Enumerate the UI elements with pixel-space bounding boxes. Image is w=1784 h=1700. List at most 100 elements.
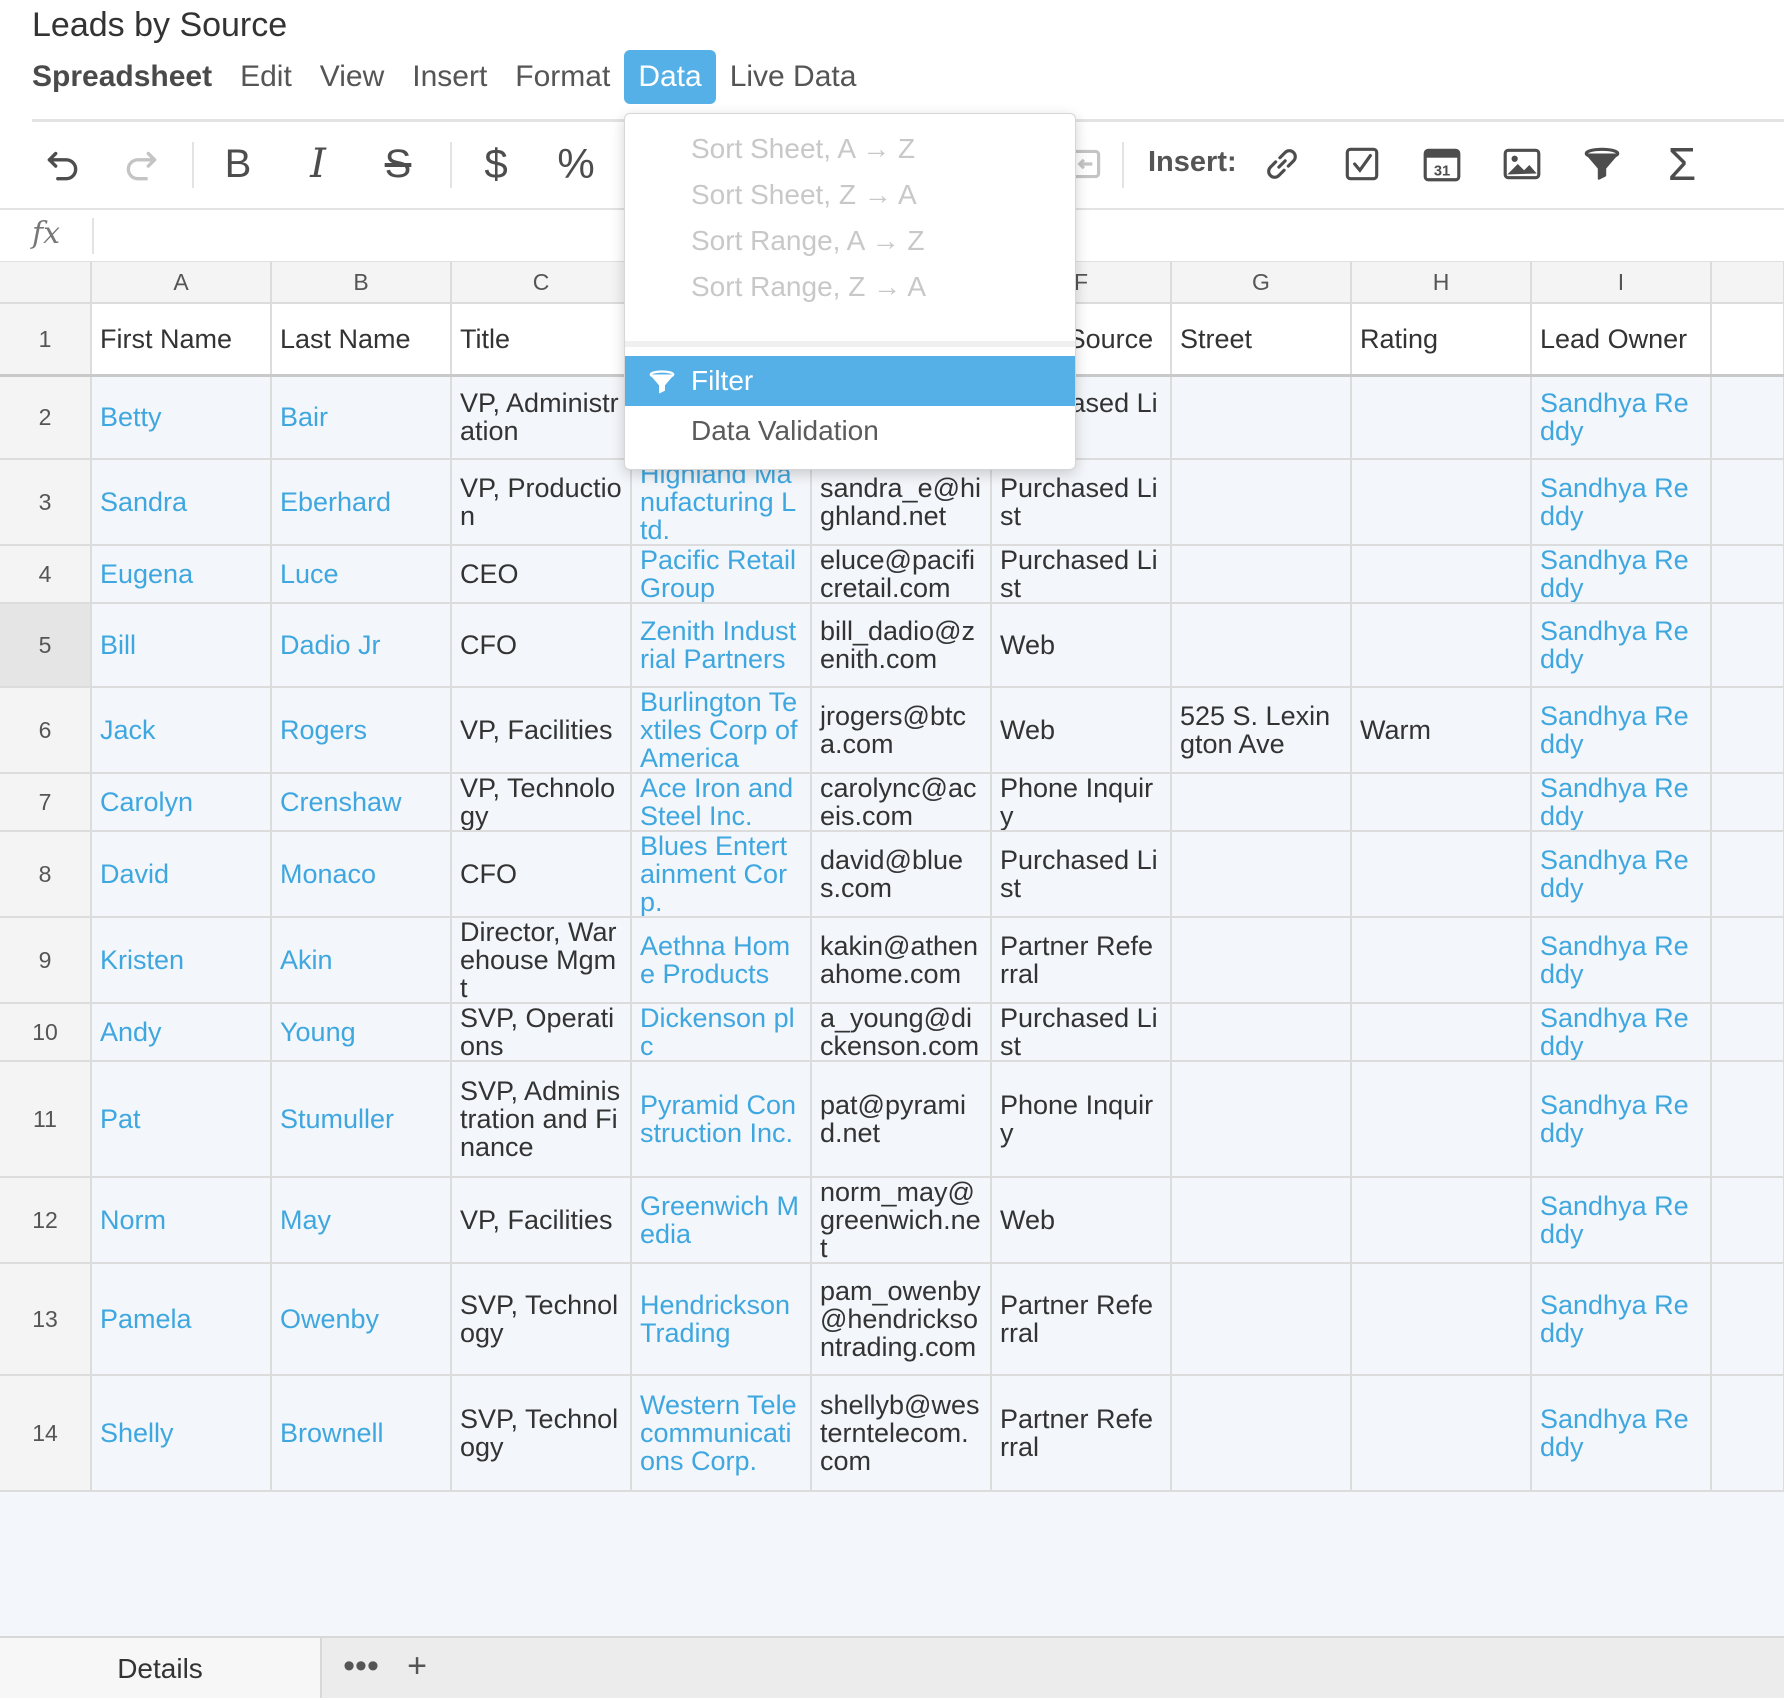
- table-cell[interactable]: kakin@athenahome.com: [811, 917, 992, 1004]
- link-icon[interactable]: [1250, 132, 1314, 196]
- undo-icon[interactable]: [30, 132, 94, 196]
- record-link-cell[interactable]: Eberhard: [271, 459, 452, 546]
- checkbox-icon[interactable]: [1330, 132, 1394, 196]
- record-link-cell[interactable]: Stumuller: [271, 1061, 452, 1178]
- add-sheet-button[interactable]: +: [394, 1644, 440, 1690]
- header-cell[interactable]: Street: [1171, 303, 1352, 377]
- row-header[interactable]: 9: [0, 917, 92, 1004]
- table-cell[interactable]: SVP, Technology: [451, 1263, 632, 1376]
- empty-cell[interactable]: [1711, 1375, 1784, 1492]
- table-cell[interactable]: Purchased List: [991, 545, 1172, 604]
- strikethrough-button[interactable]: S: [366, 132, 430, 196]
- column-header-h[interactable]: H: [1351, 262, 1532, 304]
- row-header[interactable]: 6: [0, 687, 92, 774]
- table-cell[interactable]: [1351, 773, 1532, 832]
- row-header[interactable]: 13: [0, 1263, 92, 1376]
- italic-button[interactable]: I: [286, 132, 350, 196]
- table-cell[interactable]: [1351, 1375, 1532, 1492]
- row-header[interactable]: 3: [0, 459, 92, 546]
- table-cell[interactable]: sandra_e@highland.net: [811, 459, 992, 546]
- table-cell[interactable]: Partner Referral: [991, 1375, 1172, 1492]
- table-cell[interactable]: [1351, 917, 1532, 1004]
- record-link-cell[interactable]: Zenith Industrial Partners: [631, 603, 812, 688]
- sheet-tab-details[interactable]: Details: [0, 1638, 322, 1698]
- table-cell[interactable]: carolync@aceis.com: [811, 773, 992, 832]
- header-cell[interactable]: Lead Owner: [1531, 303, 1712, 377]
- filter-icon[interactable]: [1570, 132, 1634, 196]
- table-cell[interactable]: jrogers@btca.com: [811, 687, 992, 774]
- menu-data[interactable]: Data: [624, 50, 716, 104]
- record-link-cell[interactable]: Sandhya Reddy: [1531, 459, 1712, 546]
- record-link-cell[interactable]: Bair: [271, 375, 452, 460]
- empty-cell[interactable]: [1711, 831, 1784, 918]
- menu-view[interactable]: View: [306, 50, 398, 104]
- table-cell[interactable]: norm_may@greenwich.net: [811, 1177, 992, 1264]
- table-cell[interactable]: CEO: [451, 545, 632, 604]
- row-header[interactable]: 12: [0, 1177, 92, 1264]
- record-link-cell[interactable]: Sandhya Reddy: [1531, 687, 1712, 774]
- row-header[interactable]: 8: [0, 831, 92, 918]
- column-header-c[interactable]: C: [451, 262, 632, 304]
- redo-icon[interactable]: [110, 132, 174, 196]
- record-link-cell[interactable]: Betty: [91, 375, 272, 460]
- record-link-cell[interactable]: Carolyn: [91, 773, 272, 832]
- table-cell[interactable]: SVP, Operations: [451, 1003, 632, 1062]
- record-link-cell[interactable]: Hendrickson Trading: [631, 1263, 812, 1376]
- header-cell[interactable]: Rating: [1351, 303, 1532, 377]
- menu-filter[interactable]: Filter: [625, 356, 1075, 406]
- record-link-cell[interactable]: Sandra: [91, 459, 272, 546]
- record-link-cell[interactable]: Bill: [91, 603, 272, 688]
- empty-cell[interactable]: [1711, 545, 1784, 604]
- record-link-cell[interactable]: Eugena: [91, 545, 272, 604]
- table-cell[interactable]: Web: [991, 1177, 1172, 1264]
- table-cell[interactable]: [1171, 545, 1352, 604]
- table-cell[interactable]: [1171, 459, 1352, 546]
- table-cell[interactable]: Purchased List: [991, 459, 1172, 546]
- percent-button[interactable]: %: [544, 132, 608, 196]
- header-cell[interactable]: First Name: [91, 303, 272, 377]
- record-link-cell[interactable]: Young: [271, 1003, 452, 1062]
- table-cell[interactable]: CFO: [451, 831, 632, 918]
- record-link-cell[interactable]: Sandhya Reddy: [1531, 545, 1712, 604]
- table-cell[interactable]: [1351, 375, 1532, 460]
- record-link-cell[interactable]: Monaco: [271, 831, 452, 918]
- table-cell[interactable]: shellyb@westerntelecom.com: [811, 1375, 992, 1492]
- table-cell[interactable]: david@blues.com: [811, 831, 992, 918]
- record-link-cell[interactable]: Ace Iron and Steel Inc.: [631, 773, 812, 832]
- table-cell[interactable]: 525 S. Lexington Ave: [1171, 687, 1352, 774]
- row-header[interactable]: 11: [0, 1061, 92, 1178]
- table-cell[interactable]: [1351, 603, 1532, 688]
- calendar-icon[interactable]: 31: [1410, 132, 1474, 196]
- table-cell[interactable]: Purchased List: [991, 831, 1172, 918]
- row-header[interactable]: 1: [0, 303, 92, 377]
- table-cell[interactable]: [1351, 831, 1532, 918]
- empty-cell[interactable]: [1711, 1003, 1784, 1062]
- record-link-cell[interactable]: Owenby: [271, 1263, 452, 1376]
- table-cell[interactable]: Warm: [1351, 687, 1532, 774]
- table-cell[interactable]: eluce@pacificretail.com: [811, 545, 992, 604]
- record-link-cell[interactable]: Sandhya Reddy: [1531, 831, 1712, 918]
- table-cell[interactable]: Web: [991, 603, 1172, 688]
- record-link-cell[interactable]: Highland Manufacturing Ltd.: [631, 459, 812, 546]
- column-header-b[interactable]: B: [271, 262, 452, 304]
- record-link-cell[interactable]: Burlington Textiles Corp of America: [631, 687, 812, 774]
- menu-insert[interactable]: Insert: [398, 50, 501, 104]
- table-cell[interactable]: [1171, 1061, 1352, 1178]
- row-header[interactable]: 14: [0, 1375, 92, 1492]
- table-cell[interactable]: [1351, 459, 1532, 546]
- menu-data-validation[interactable]: Data Validation: [625, 406, 1075, 456]
- table-cell[interactable]: [1351, 1061, 1532, 1178]
- table-cell[interactable]: [1171, 1263, 1352, 1376]
- table-cell[interactable]: [1171, 773, 1352, 832]
- record-link-cell[interactable]: Blues Entertainment Corp.: [631, 831, 812, 918]
- table-cell[interactable]: SVP, Administration and Finance: [451, 1061, 632, 1178]
- table-cell[interactable]: [1351, 1003, 1532, 1062]
- empty-cell[interactable]: [1711, 773, 1784, 832]
- table-cell[interactable]: SVP, Technology: [451, 1375, 632, 1492]
- table-cell[interactable]: [1171, 1003, 1352, 1062]
- record-link-cell[interactable]: Luce: [271, 545, 452, 604]
- record-link-cell[interactable]: Sandhya Reddy: [1531, 1003, 1712, 1062]
- menu-sort-sheet-az[interactable]: Sort Sheet, A → Z: [625, 124, 1075, 174]
- table-cell[interactable]: CFO: [451, 603, 632, 688]
- table-cell[interactable]: [1171, 917, 1352, 1004]
